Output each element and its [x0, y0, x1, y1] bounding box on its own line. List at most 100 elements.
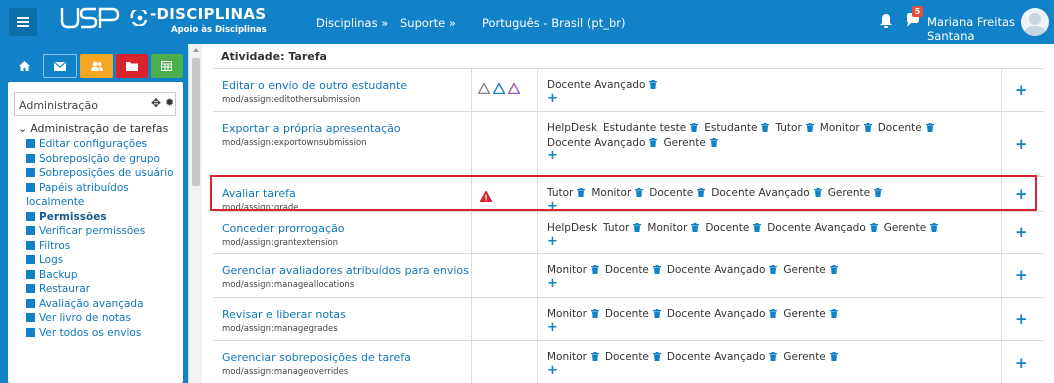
add-role-icon[interactable]: + — [547, 235, 987, 248]
capability-name-link[interactable]: Gerenciar avaliadores atribuídos para en… — [222, 264, 469, 277]
warning-triangle-icon[interactable] — [508, 83, 520, 94]
sidebar-item-papeis-atribuidos[interactable]: Papéis atribuídos localmente — [26, 181, 181, 210]
trash-icon[interactable] — [769, 352, 778, 361]
warning-triangle-icon[interactable] — [478, 83, 490, 94]
sidebar-item-permissoes[interactable]: Permissões — [26, 210, 181, 225]
messages-button[interactable] — [43, 54, 78, 78]
trash-icon[interactable] — [874, 188, 883, 197]
add-prohibit-icon[interactable]: + — [1015, 223, 1028, 241]
language-menu[interactable]: Português - Brasil (pt_br) — [482, 16, 625, 30]
add-role-icon[interactable]: + — [547, 364, 987, 377]
role-tag: Docente Avançado — [547, 136, 658, 151]
warning-triangle-icon[interactable] — [480, 191, 492, 202]
trash-icon[interactable] — [829, 265, 838, 274]
setting-icon — [26, 313, 35, 322]
trash-icon[interactable] — [805, 123, 814, 132]
bell-icon[interactable] — [879, 13, 893, 29]
setting-icon — [26, 298, 35, 308]
tree-section-title[interactable]: ⌄ Administração de tarefas — [18, 122, 168, 135]
capability-name-link[interactable]: Gerenciar sobreposições de tarefa — [222, 351, 411, 364]
trash-icon[interactable] — [649, 80, 658, 89]
nav-link-suporte[interactable]: Suporte » — [400, 16, 456, 30]
sidebar-item-avaliacao-avancada[interactable]: Avaliação avançada — [26, 297, 181, 312]
add-role-icon[interactable]: + — [547, 321, 987, 334]
add-prohibit-icon[interactable]: + — [1015, 81, 1028, 99]
sidebar-item-restaurar[interactable]: Restaurar — [26, 282, 181, 297]
sidebar-item-sobreposicoes-usuario[interactable]: Sobreposições de usuário — [12, 166, 181, 181]
capability-name-link[interactable]: Revisar e liberar notas — [222, 308, 346, 321]
trash-icon[interactable] — [577, 188, 586, 197]
calendar-button[interactable] — [150, 54, 184, 78]
folder-button[interactable] — [115, 54, 148, 78]
trash-icon[interactable] — [697, 188, 706, 197]
sidebar-item-backup[interactable]: Backup — [26, 268, 181, 283]
capability-name-link[interactable]: Avaliar tarefa — [222, 187, 296, 200]
administration-block: Administração ✥ ✹ ⌄ Administração de tare… — [8, 82, 183, 383]
add-role-icon[interactable]: + — [547, 92, 987, 105]
trash-icon[interactable] — [930, 223, 939, 232]
trash-icon[interactable] — [769, 309, 778, 318]
capability-name-link[interactable]: Conceder prorrogação — [222, 222, 345, 235]
trash-icon[interactable] — [829, 352, 838, 361]
avatar[interactable] — [1021, 8, 1049, 36]
setting-icon — [26, 139, 35, 148]
role-tag: Gerente — [783, 263, 838, 278]
trash-icon[interactable] — [813, 188, 822, 197]
trash-icon[interactable] — [753, 223, 762, 232]
tree-section-label: Administração de tarefas — [30, 122, 169, 135]
warning-triangle-icon[interactable] — [493, 83, 505, 94]
add-prohibit-icon[interactable]: + — [1015, 266, 1028, 284]
add-role-icon[interactable]: + — [547, 277, 987, 290]
drawer-scrollbar[interactable] — [188, 44, 202, 383]
scrollbar-thumb[interactable] — [192, 58, 200, 186]
trash-icon[interactable] — [769, 265, 778, 274]
trash-icon[interactable] — [649, 137, 658, 147]
role-name: Docente — [604, 351, 649, 363]
trash-icon[interactable] — [590, 309, 599, 318]
menu-toggle-button[interactable] — [9, 8, 37, 36]
sidebar-item-sobreposicao-grupo[interactable]: Sobreposição de grupo — [26, 152, 181, 167]
trash-icon[interactable] — [633, 223, 642, 232]
site-logo-text[interactable]: -DISCIPLINAS — [150, 5, 266, 23]
add-prohibit-icon[interactable]: + — [1015, 135, 1028, 153]
role-tag: Estudante — [704, 121, 770, 136]
trash-icon[interactable] — [925, 123, 934, 132]
capability-name-link[interactable]: Exportar a própria apresentação — [222, 122, 401, 135]
trash-icon[interactable] — [869, 223, 878, 232]
usp-logo-icon[interactable] — [60, 6, 122, 30]
add-prohibit-icon[interactable]: + — [1015, 310, 1028, 328]
capability-name-link[interactable]: Editar o envio de outro estudante — [222, 79, 407, 92]
trash-icon[interactable] — [691, 223, 700, 232]
trash-icon[interactable] — [863, 123, 872, 132]
trash-icon[interactable] — [652, 309, 661, 318]
scroll-up-icon[interactable] — [193, 48, 199, 52]
sidebar-item-filtros[interactable]: Filtros — [26, 239, 181, 254]
trash-icon[interactable] — [709, 137, 718, 147]
role-name: Docente — [705, 222, 750, 234]
trash-icon[interactable] — [590, 352, 599, 361]
trash-icon[interactable] — [635, 188, 644, 197]
sidebar-item-logs[interactable]: Logs — [26, 253, 181, 268]
trash-icon[interactable] — [690, 123, 699, 132]
trash-icon[interactable] — [652, 265, 661, 274]
home-button[interactable] — [8, 54, 41, 78]
sidebar-item-livro-notas[interactable]: Ver livro de notas — [26, 311, 181, 326]
admin-tree-list: Editar configurações Sobreposição de gru… — [26, 137, 181, 340]
trash-icon[interactable] — [590, 265, 599, 274]
risks-cell — [472, 212, 538, 253]
sidebar-item-verificar-permissoes[interactable]: Verificar permissões — [26, 224, 181, 239]
nav-link-disciplinas[interactable]: Disciplinas » — [316, 16, 388, 30]
users-button[interactable] — [80, 54, 113, 78]
move-icon[interactable]: ✥ — [151, 96, 161, 110]
gear-icon[interactable]: ✹ — [165, 96, 174, 109]
sidebar-item-ver-envios[interactable]: Ver todos os envios — [26, 326, 181, 341]
capability-id: mod/assign:managegrades — [222, 324, 338, 334]
trash-icon[interactable] — [761, 123, 770, 132]
add-prohibit-icon[interactable]: + — [1015, 185, 1028, 203]
add-prohibit-icon[interactable]: + — [1015, 354, 1028, 372]
trash-icon[interactable] — [829, 309, 838, 318]
role-tag: Docente Avançado — [547, 78, 658, 93]
sidebar-item-editar-configuracoes[interactable]: Editar configurações — [26, 137, 181, 152]
trash-icon[interactable] — [652, 352, 661, 361]
add-role-icon[interactable]: + — [547, 149, 987, 162]
